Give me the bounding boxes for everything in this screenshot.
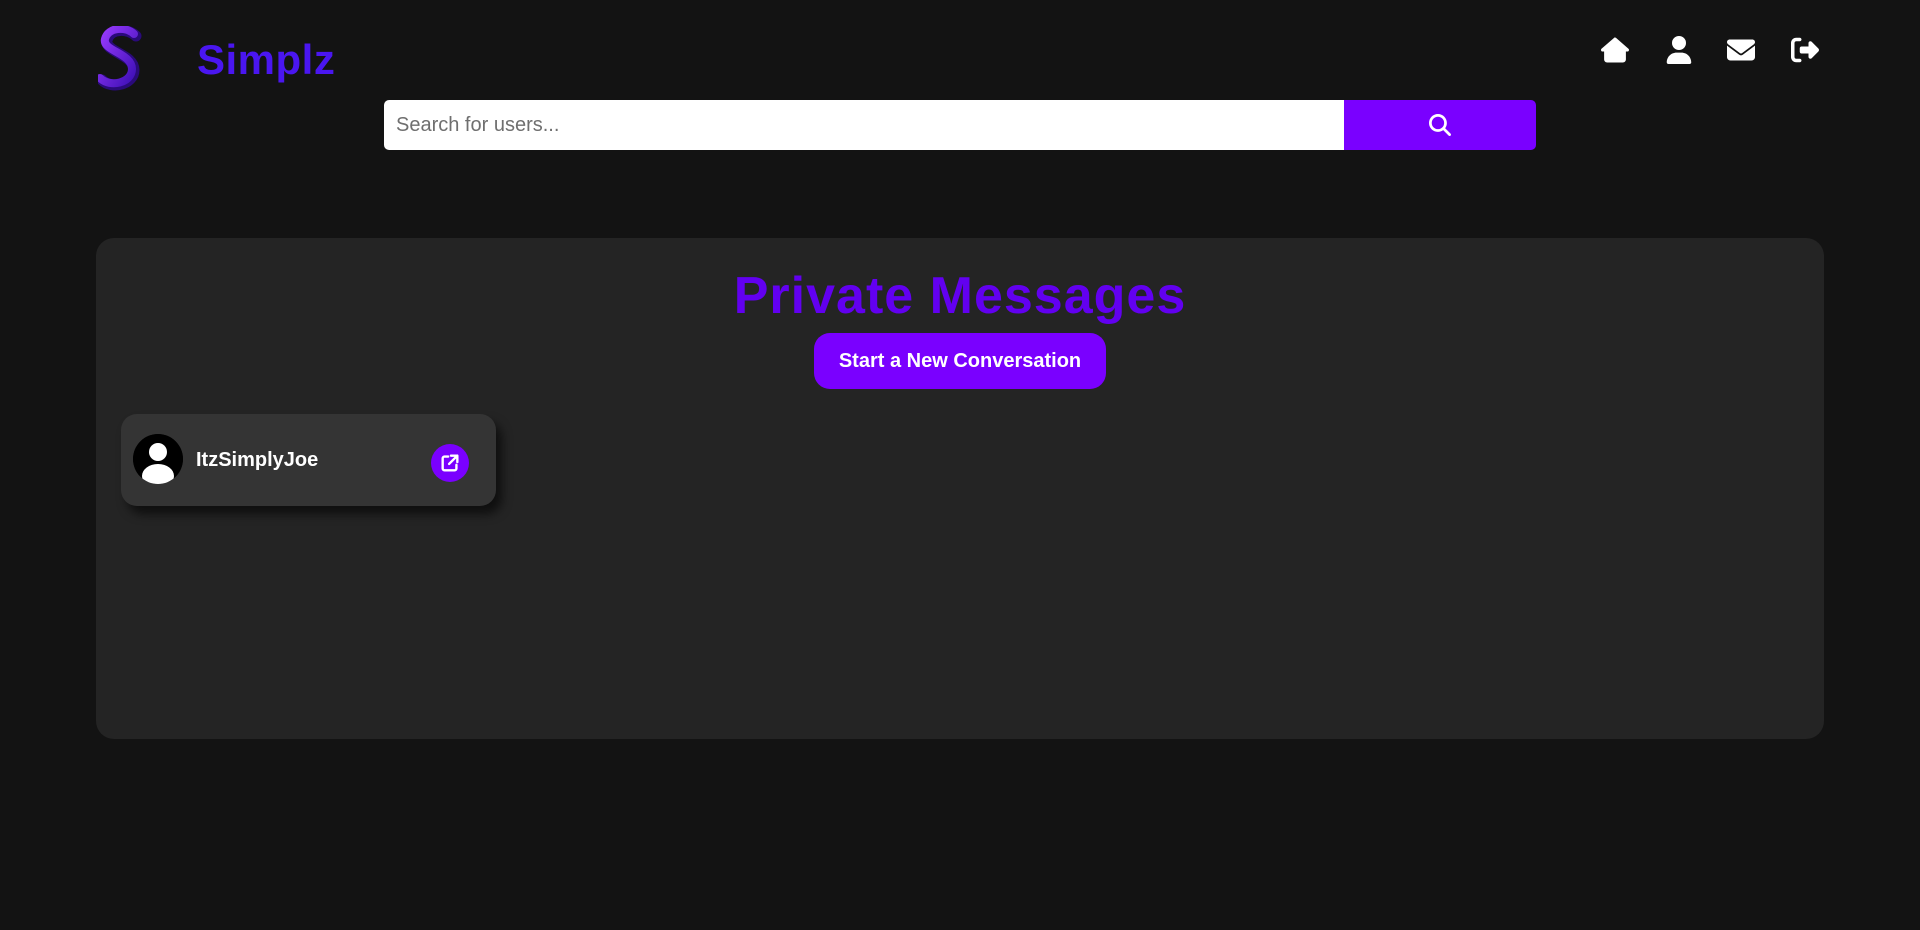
open-conversation-button[interactable] [431,444,469,482]
envelope-icon[interactable] [1725,34,1757,66]
search-button[interactable] [1344,100,1536,150]
external-link-icon [441,454,459,472]
brand-name[interactable]: Simplz [197,36,335,84]
conversation-card[interactable]: ItzSimplyJoe [121,414,496,506]
private-messages-panel: Private Messages Start a New Conversatio… [96,238,1824,739]
user-search-bar [384,100,1536,150]
sign-out-icon[interactable] [1789,34,1821,66]
default-avatar-icon [133,434,183,484]
page-title: Private Messages [733,267,1187,325]
search-icon [1429,114,1451,136]
conversation-username: ItzSimplyJoe [196,449,319,471]
start-new-conversation-button[interactable]: Start a New Conversation [814,333,1106,389]
search-input[interactable] [384,100,1344,150]
home-icon[interactable] [1599,34,1631,66]
user-icon[interactable] [1663,34,1695,66]
stylized-s-logo-icon[interactable] [96,24,146,92]
page: Simplz Private Messages Start a New Conv… [0,0,1920,930]
